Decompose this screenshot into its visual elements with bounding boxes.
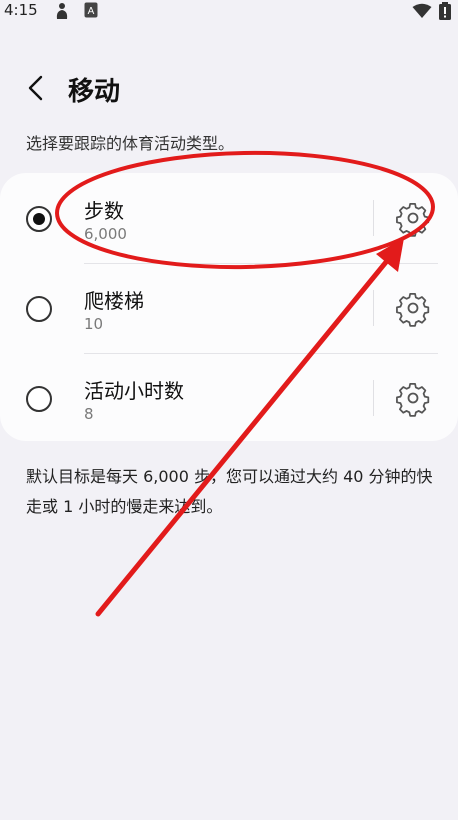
page-title: 移动 <box>68 77 121 107</box>
steps-settings-button[interactable] <box>394 199 432 237</box>
radio-button-floors[interactable] <box>26 296 52 322</box>
option-label: 爬楼梯 <box>84 289 144 313</box>
game-icon <box>54 2 70 24</box>
app-a-icon: A <box>84 2 98 22</box>
option-value: 10 <box>84 315 104 333</box>
radio-button-steps[interactable] <box>26 206 52 232</box>
option-row-steps[interactable]: 步数 6,000 <box>0 173 458 263</box>
floors-settings-button[interactable] <box>394 289 432 327</box>
wifi-icon <box>412 3 432 23</box>
option-value: 8 <box>84 405 94 423</box>
chevron-left-icon <box>28 75 43 101</box>
status-bar: 4:15 A <box>0 0 458 22</box>
back-button[interactable] <box>22 70 54 106</box>
option-row-active-hours[interactable]: 活动小时数 8 <box>0 353 458 443</box>
svg-text:A: A <box>88 6 95 17</box>
goal-description: 默认目标是每天 6,000 步，您可以通过大约 40 分钟的快走或 1 小时的慢… <box>26 467 433 516</box>
gear-icon <box>396 202 430 237</box>
status-time: 4:15 <box>4 1 38 19</box>
screen: 4:15 A 移动 选择要跟踪的体育活动类型。 步数 6,000 爬楼梯 10 … <box>0 0 458 820</box>
vertical-divider <box>373 200 374 236</box>
gear-icon <box>396 382 430 417</box>
vertical-divider <box>373 380 374 416</box>
status-right-icons <box>412 2 452 24</box>
active-hours-settings-button[interactable] <box>394 379 432 417</box>
vertical-divider <box>373 290 374 326</box>
page-description: 选择要跟踪的体育活动类型。 <box>26 134 235 153</box>
option-row-floors[interactable]: 爬楼梯 10 <box>0 263 458 353</box>
gear-icon <box>396 292 430 327</box>
activity-type-card: 步数 6,000 爬楼梯 10 活动小时数 8 <box>0 173 458 441</box>
radio-button-active-hours[interactable] <box>26 386 52 412</box>
option-label: 步数 <box>84 199 124 223</box>
option-value: 6,000 <box>84 225 127 243</box>
option-label: 活动小时数 <box>84 379 184 403</box>
battery-icon <box>438 2 452 24</box>
